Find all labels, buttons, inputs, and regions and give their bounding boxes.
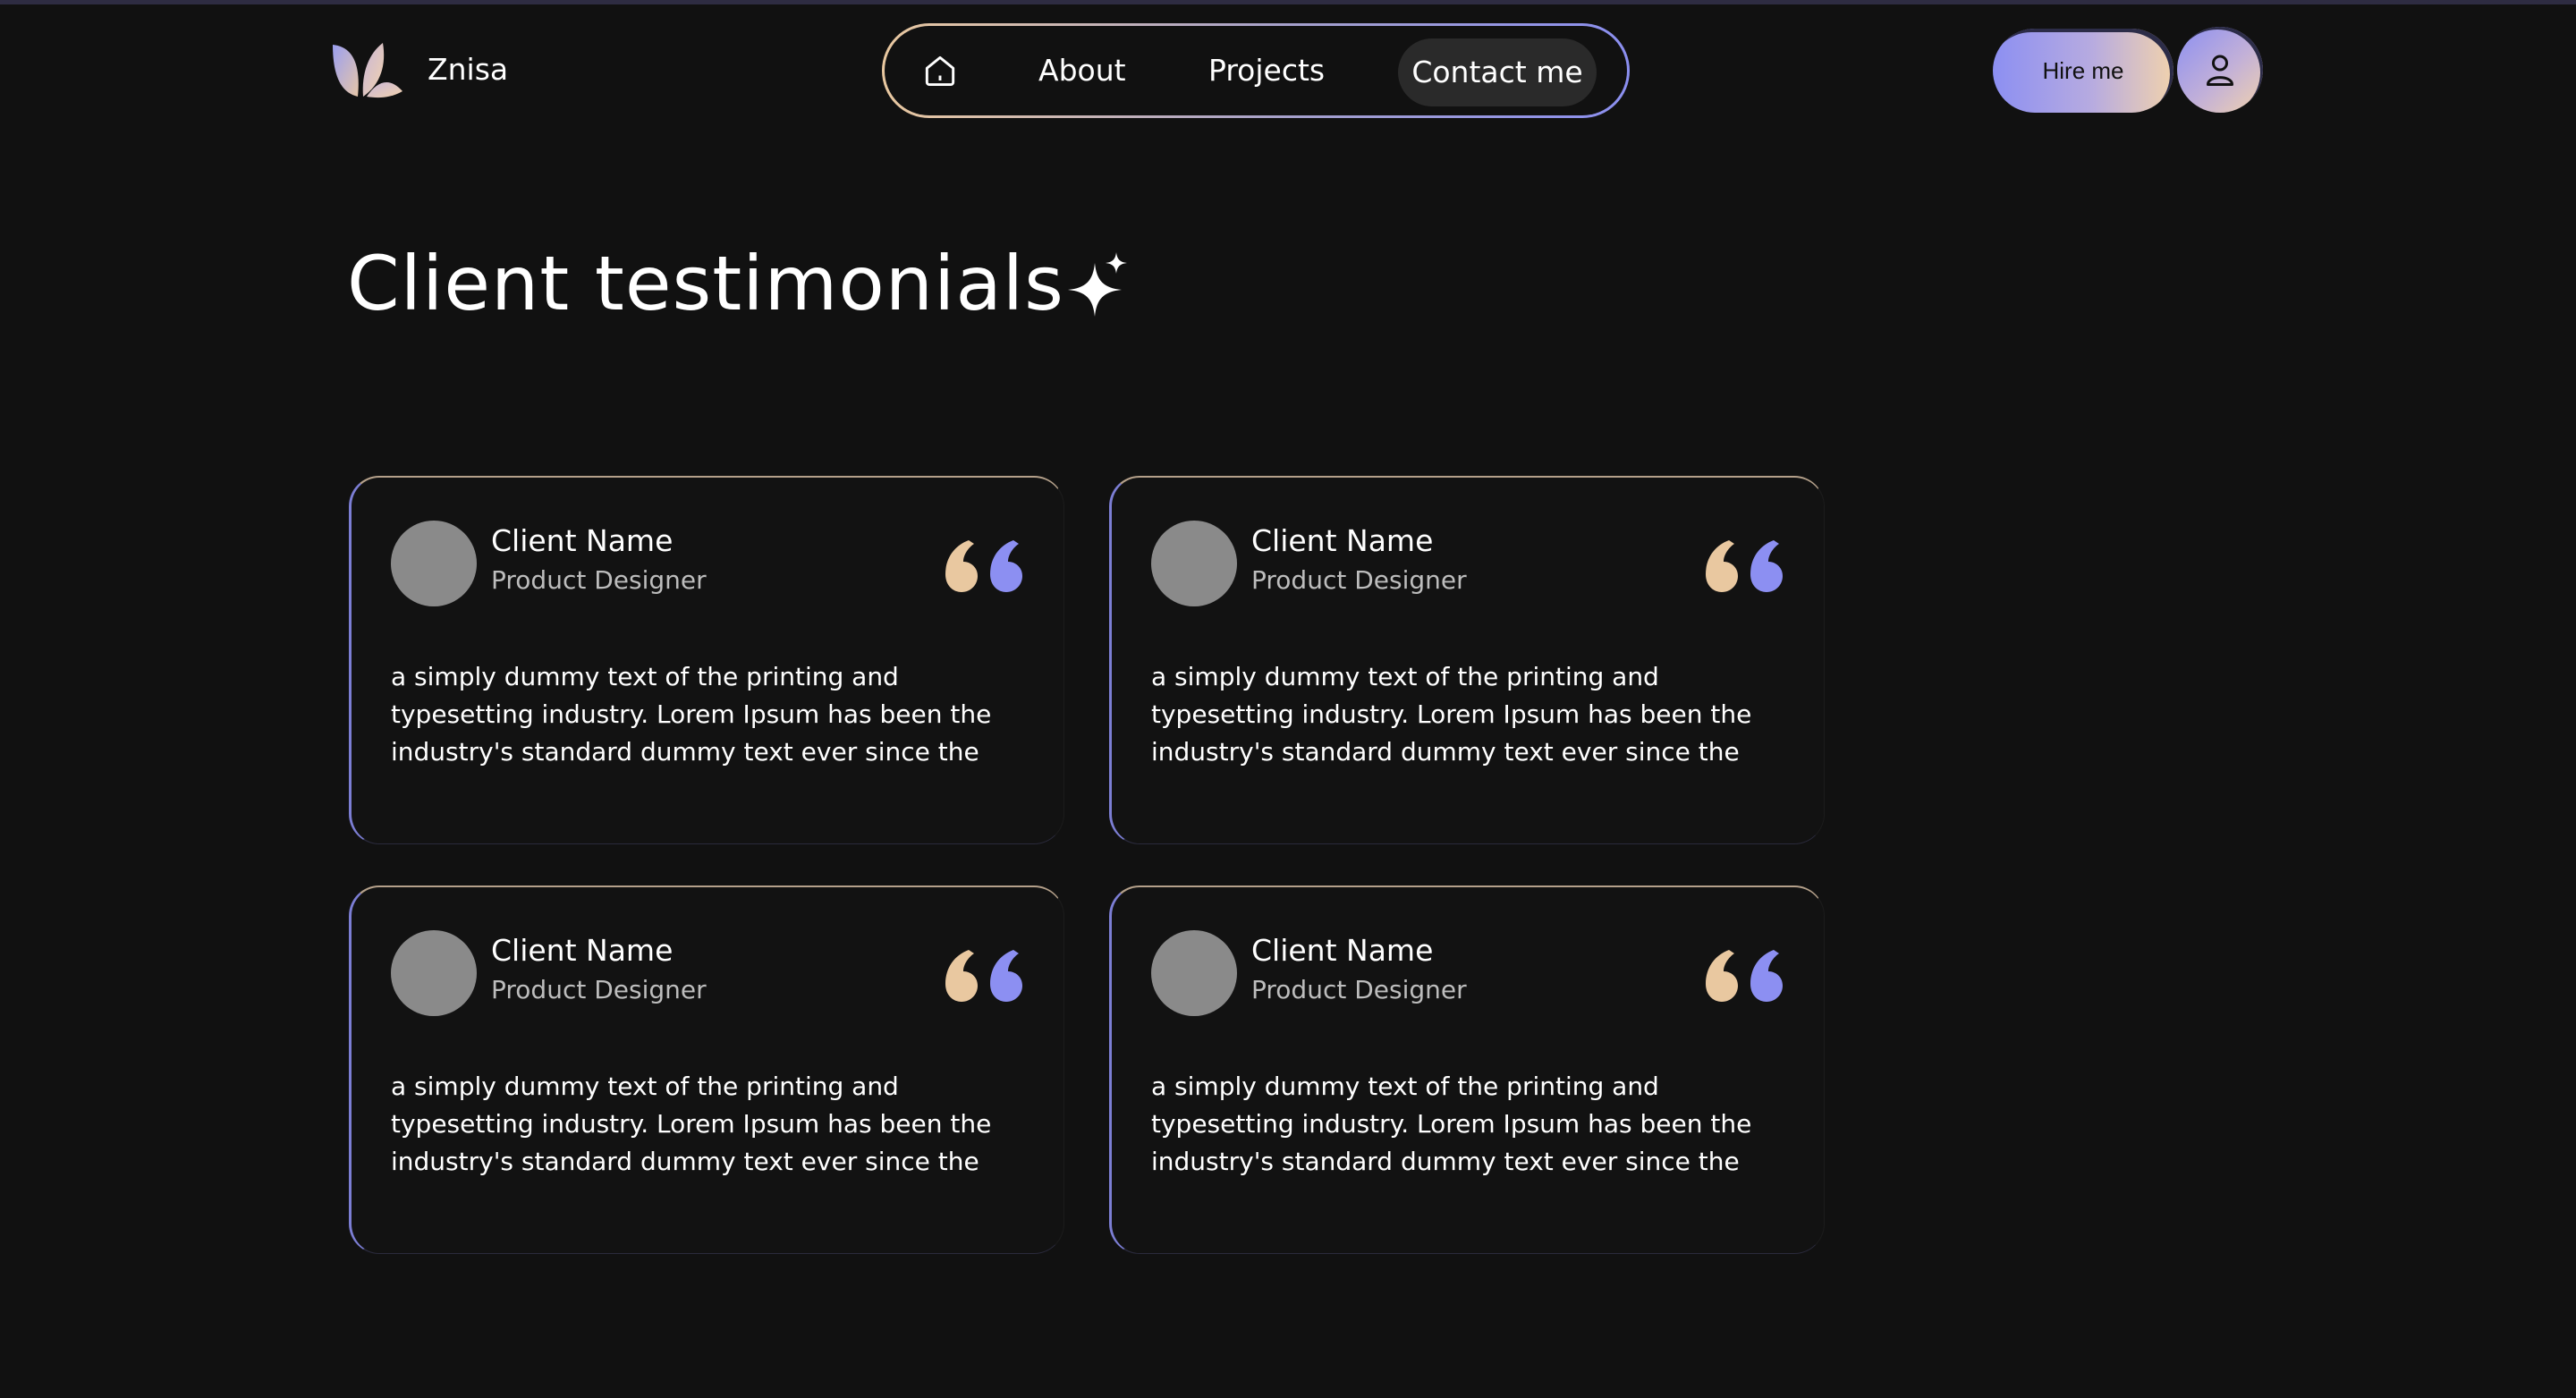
nav-bar: About Projects Contact me	[885, 26, 1627, 115]
client-role: Product Designer	[491, 975, 707, 1004]
testimonial-card: Client Name Product Designer a simply du…	[1109, 476, 1825, 844]
quote-icon	[945, 950, 1022, 1002]
avatar	[391, 521, 477, 606]
nav-home[interactable]	[919, 49, 962, 92]
testimonial-text: a simply dummy text of the printing and …	[391, 1072, 992, 1176]
quote-icon	[1706, 540, 1783, 592]
profile-button[interactable]	[2177, 27, 2263, 113]
testimonial-text: a simply dummy text of the printing and …	[1151, 662, 1752, 767]
nav-projects[interactable]: Projects	[1208, 47, 1325, 94]
top-border	[0, 0, 2576, 4]
home-icon	[925, 55, 955, 87]
user-icon	[2207, 55, 2233, 86]
client-name: Client Name	[1251, 933, 1434, 968]
client-name: Client Name	[491, 933, 674, 968]
avatar	[1151, 930, 1237, 1016]
client-role: Product Designer	[1251, 565, 1467, 595]
nav-about[interactable]: About	[1038, 47, 1126, 94]
avatar	[1151, 521, 1237, 606]
page-title: Client testimonials	[347, 240, 1064, 327]
brand-name[interactable]: Znisa	[428, 50, 508, 89]
client-name: Client Name	[491, 523, 674, 558]
quote-icon	[945, 540, 1022, 592]
testimonial-text: a simply dummy text of the printing and …	[1151, 1072, 1752, 1176]
client-role: Product Designer	[491, 565, 707, 595]
client-role: Product Designer	[1251, 975, 1467, 1004]
sparkle-icon	[1068, 252, 1127, 317]
client-name: Client Name	[1251, 523, 1434, 558]
hire-me-button[interactable]: Hire me	[1993, 29, 2174, 113]
testimonial-card: Client Name Product Designer a simply du…	[349, 885, 1064, 1254]
testimonial-card: Client Name Product Designer a simply du…	[349, 476, 1064, 844]
main-nav: About Projects Contact me	[882, 23, 1630, 118]
nav-contact-me[interactable]: Contact me	[1398, 38, 1597, 106]
avatar	[391, 930, 477, 1016]
quote-icon	[1706, 950, 1783, 1002]
testimonial-text: a simply dummy text of the printing and …	[391, 662, 992, 767]
logo-icon	[333, 43, 402, 98]
testimonial-card: Client Name Product Designer a simply du…	[1109, 885, 1825, 1254]
